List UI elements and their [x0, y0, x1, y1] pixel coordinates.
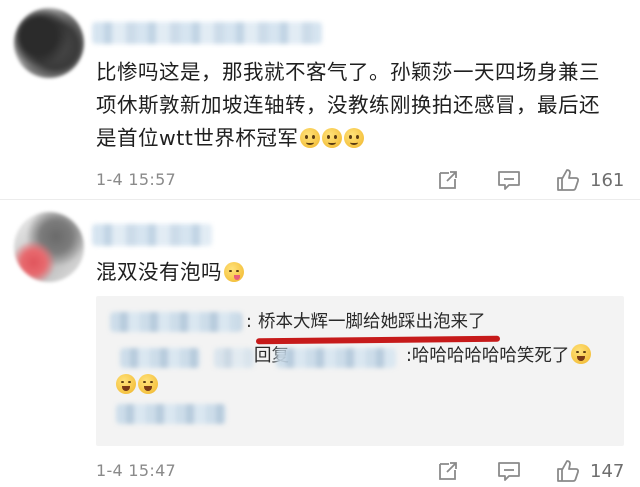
share-icon	[439, 171, 457, 189]
comment-text: 混双没有泡吗	[96, 256, 610, 289]
reply-username-redacted[interactable]	[116, 404, 226, 424]
reply-thread[interactable]: : 桥本大辉一脚给她踩出泡来了 回复 :哈哈哈哈哈哈笑死了	[96, 296, 624, 446]
comment-item: 混双没有泡吗 : 桥本大辉一脚给她踩出泡来了 回复 :哈哈哈哈哈哈笑死了 1-4…	[0, 200, 640, 487]
comment-icon	[498, 171, 520, 190]
sad-face-icon	[322, 128, 343, 148]
like-count: 147	[590, 460, 625, 482]
comment-item: 比惨吗这是，那我就不客气了。孙颖莎一天四场身兼三项休斯敦新加坡连轴转，没教练刚换…	[0, 0, 640, 200]
sad-face-icon	[344, 128, 365, 148]
yum-face-icon	[224, 262, 244, 282]
timestamp: 1-4 15:57	[96, 170, 177, 189]
thumbs-up-icon	[557, 169, 580, 191]
reply-emoji-line	[96, 368, 624, 396]
reply-text: 桥本大辉一脚给她踩出泡来了	[258, 312, 486, 332]
like-count: 161	[590, 169, 625, 191]
reply-item[interactable]	[96, 400, 624, 428]
username-redacted[interactable]	[92, 22, 322, 44]
comment-text: 比惨吗这是，那我就不客气了。孙颖莎一天四场身兼三项休斯敦新加坡连轴转，没教练刚换…	[96, 60, 600, 150]
like-button[interactable]: 147	[554, 457, 624, 485]
reply-username-redacted[interactable]	[110, 312, 242, 332]
reply-username-redacted[interactable]	[120, 348, 200, 368]
like-button[interactable]: 161	[554, 166, 624, 194]
comment-icon	[498, 462, 520, 481]
reply-button[interactable]	[496, 166, 522, 194]
comment-meta: 1-4 15:57 161	[96, 166, 624, 196]
reply-text: :哈哈哈哈哈哈笑死了	[406, 342, 592, 370]
share-button[interactable]	[436, 457, 460, 485]
reply-item[interactable]: 回复 :哈哈哈哈哈哈笑死了	[96, 342, 624, 370]
laughing-face-icon	[571, 344, 592, 364]
sad-face-icon	[300, 128, 321, 148]
reply-target-redacted[interactable]	[276, 348, 396, 368]
timestamp: 1-4 15:47	[96, 461, 177, 480]
avatar[interactable]	[14, 8, 84, 78]
comment-meta: 1-4 15:47 147	[96, 457, 624, 487]
reply-button[interactable]	[496, 457, 522, 485]
username-redacted[interactable]	[92, 224, 212, 246]
avatar[interactable]	[14, 212, 84, 282]
laughing-face-icon	[138, 374, 158, 394]
reply-item[interactable]: : 桥本大辉一脚给她踩出泡来了	[96, 308, 624, 336]
thumbs-up-icon	[557, 460, 580, 482]
share-icon	[439, 462, 457, 480]
share-button[interactable]	[436, 166, 460, 194]
laughing-face-icon	[116, 374, 136, 394]
